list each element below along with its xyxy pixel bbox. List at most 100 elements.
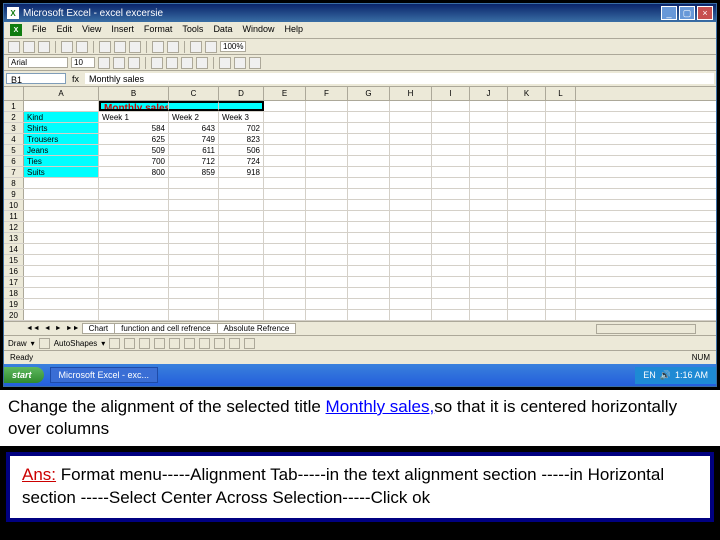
cell[interactable] (264, 112, 306, 122)
col-header[interactable]: K (508, 87, 546, 100)
cell[interactable] (470, 156, 508, 166)
save-icon[interactable] (38, 41, 50, 53)
name-box[interactable]: B1 (6, 73, 66, 84)
col-header[interactable]: I (432, 87, 470, 100)
cell[interactable] (306, 277, 348, 287)
cell[interactable] (219, 222, 264, 232)
select-all[interactable] (4, 87, 24, 100)
cell[interactable] (264, 200, 306, 210)
cell[interactable]: 700 (99, 156, 169, 166)
cell[interactable] (546, 211, 576, 221)
cell[interactable] (390, 112, 432, 122)
cell[interactable] (432, 266, 470, 276)
cell[interactable] (169, 178, 219, 188)
cell[interactable]: Shirts (24, 123, 99, 133)
fill-icon[interactable] (214, 338, 225, 349)
chart-icon[interactable] (205, 41, 217, 53)
cell[interactable] (432, 123, 470, 133)
fontcolor-icon[interactable] (244, 338, 255, 349)
cell[interactable] (306, 255, 348, 265)
cell[interactable] (508, 156, 546, 166)
menu-insert[interactable]: Insert (111, 24, 134, 36)
cell[interactable] (546, 255, 576, 265)
cell[interactable]: Week 1 (99, 112, 169, 122)
cell[interactable] (470, 299, 508, 309)
cell[interactable] (432, 288, 470, 298)
cell[interactable] (306, 211, 348, 221)
cell[interactable] (348, 288, 390, 298)
cell[interactable] (219, 310, 264, 320)
cell[interactable] (99, 178, 169, 188)
cell[interactable] (470, 288, 508, 298)
cell[interactable] (390, 101, 432, 111)
cell[interactable] (169, 277, 219, 287)
cell[interactable] (390, 156, 432, 166)
cell[interactable] (470, 123, 508, 133)
row-header[interactable]: 19 (4, 299, 24, 309)
cell[interactable] (348, 156, 390, 166)
cell[interactable] (432, 233, 470, 243)
cell[interactable] (390, 222, 432, 232)
cell[interactable]: 584 (99, 123, 169, 133)
cell[interactable] (264, 123, 306, 133)
cell[interactable] (508, 178, 546, 188)
italic-icon[interactable] (113, 57, 125, 69)
cell[interactable]: 724 (219, 156, 264, 166)
cell[interactable] (508, 123, 546, 133)
row-header[interactable]: 15 (4, 255, 24, 265)
row-header[interactable]: 2 (4, 112, 24, 122)
cell[interactable] (390, 189, 432, 199)
tab-nav-prev-icon[interactable]: ◄ (42, 325, 53, 332)
cell[interactable] (24, 189, 99, 199)
cell[interactable] (219, 277, 264, 287)
cell[interactable] (470, 233, 508, 243)
col-header[interactable]: J (470, 87, 508, 100)
menu-edit[interactable]: Edit (57, 24, 73, 36)
cell[interactable] (169, 189, 219, 199)
cell[interactable] (470, 134, 508, 144)
cell[interactable] (508, 288, 546, 298)
cell[interactable] (264, 134, 306, 144)
cell[interactable] (264, 101, 306, 111)
cell[interactable] (348, 222, 390, 232)
cell[interactable]: Monthly sales (99, 101, 169, 111)
cell[interactable] (24, 266, 99, 276)
sheet-tab[interactable]: function and cell refrence (114, 323, 217, 334)
align-left-icon[interactable] (151, 57, 163, 69)
sheet-tab[interactable]: Chart (82, 323, 116, 334)
cell[interactable] (432, 167, 470, 177)
cell[interactable] (546, 222, 576, 232)
cell[interactable] (99, 299, 169, 309)
cell[interactable]: 823 (219, 134, 264, 144)
lang-indicator[interactable]: EN (643, 370, 656, 380)
cell[interactable] (508, 167, 546, 177)
cell[interactable] (24, 178, 99, 188)
col-header[interactable]: L (546, 87, 576, 100)
cell[interactable] (306, 101, 348, 111)
align-center-icon[interactable] (166, 57, 178, 69)
row-header[interactable]: 7 (4, 167, 24, 177)
cell[interactable] (390, 145, 432, 155)
cell[interactable] (432, 222, 470, 232)
cell[interactable] (348, 134, 390, 144)
cell[interactable] (264, 288, 306, 298)
cell[interactable] (546, 310, 576, 320)
cell[interactable] (348, 200, 390, 210)
cell[interactable] (264, 167, 306, 177)
cell[interactable] (508, 145, 546, 155)
row-header[interactable]: 18 (4, 288, 24, 298)
cell[interactable]: 509 (99, 145, 169, 155)
sort-icon[interactable] (190, 41, 202, 53)
cell[interactable] (470, 255, 508, 265)
cell[interactable] (390, 299, 432, 309)
open-icon[interactable] (23, 41, 35, 53)
tab-nav-last-icon[interactable]: ►► (64, 325, 82, 332)
cell[interactable] (470, 178, 508, 188)
cell[interactable] (470, 266, 508, 276)
formula-input[interactable]: Monthly sales (85, 73, 714, 84)
underline-icon[interactable] (128, 57, 140, 69)
cell[interactable] (470, 101, 508, 111)
cell[interactable] (219, 200, 264, 210)
rect-icon[interactable] (139, 338, 150, 349)
cell[interactable] (264, 145, 306, 155)
